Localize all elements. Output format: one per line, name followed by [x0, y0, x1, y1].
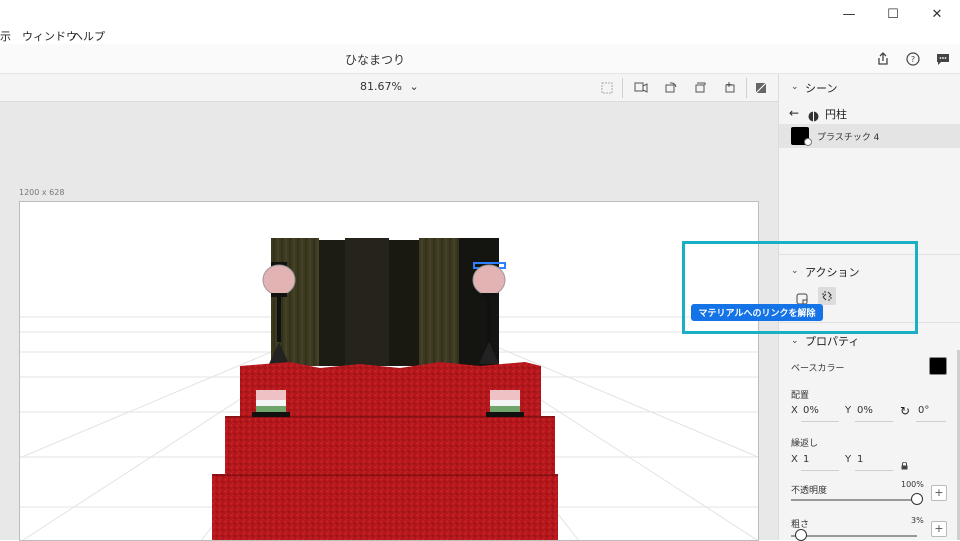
- object-name: 円柱: [825, 108, 847, 121]
- roughness-slider-track[interactable]: [791, 535, 917, 537]
- opacity-value: 100%: [901, 480, 924, 489]
- repeat-x-label: X: [791, 454, 798, 465]
- camera-frame-icon[interactable]: [632, 79, 650, 97]
- help-icon[interactable]: ?: [904, 50, 922, 68]
- window-titlebar: — ☐ ✕: [0, 0, 960, 28]
- unlink-material-tooltip: マテリアルへのリンクを解除: [691, 304, 823, 321]
- pan-icon[interactable]: [692, 79, 710, 97]
- document-title: ひなまつり: [344, 53, 405, 67]
- lock-icon[interactable]: [901, 455, 908, 474]
- opacity-slider-handle[interactable]: [911, 493, 923, 505]
- canvas-area[interactable]: 81.67% ⌄ 1200 x 628: [0, 74, 778, 541]
- placement-x-input[interactable]: 0%: [803, 405, 819, 416]
- zoom-value: 81.67%: [360, 80, 402, 93]
- render-preview-icon[interactable]: [752, 79, 770, 97]
- canvas-toolbar: 81.67% ⌄: [0, 74, 778, 102]
- menu-item-window[interactable]: ウィンドウ: [22, 28, 77, 44]
- placement-x-label: X: [791, 405, 798, 416]
- repeat-label: 繰返し: [791, 439, 819, 449]
- frame-icon[interactable]: [598, 79, 616, 97]
- rotate-icon: ↻: [900, 404, 911, 418]
- link-icon: [804, 138, 812, 146]
- scene-render: [20, 238, 758, 540]
- chevron-down-icon[interactable]: ⌄: [791, 82, 799, 92]
- menu-bar: 示 ウィンドウ ヘルプ: [0, 28, 960, 44]
- chevron-down-icon[interactable]: ⌄: [791, 336, 799, 346]
- repeat-y-input[interactable]: 1: [857, 454, 863, 465]
- scene-section-title: シーン: [805, 82, 838, 95]
- comment-icon[interactable]: [934, 50, 952, 68]
- repeat-x-input[interactable]: 1: [803, 454, 809, 465]
- material-row[interactable]: プラスチック 4: [779, 124, 960, 148]
- chevron-down-icon: ⌄: [409, 80, 419, 93]
- opacity-slider-track[interactable]: [791, 499, 917, 501]
- folding-screen: [271, 238, 499, 366]
- document-bar: ひなまつり ?: [0, 44, 960, 74]
- close-button[interactable]: ✕: [914, 0, 960, 28]
- svg-text:?: ?: [911, 55, 915, 64]
- carpet-tiers: [212, 362, 558, 540]
- share-icon[interactable]: [874, 50, 892, 68]
- placement-y-label: Y: [845, 405, 852, 416]
- roughness-value: 3%: [911, 516, 924, 525]
- menu-item-help[interactable]: ヘルプ: [72, 28, 105, 44]
- artboard[interactable]: [19, 201, 759, 541]
- back-arrow-icon[interactable]: ←: [789, 106, 799, 120]
- placement-label: 配置: [791, 391, 810, 401]
- roughness-slider-handle[interactable]: [795, 529, 807, 541]
- hishimochi-right: [486, 390, 524, 417]
- repeat-y-label: Y: [845, 454, 852, 465]
- orbit-icon[interactable]: [662, 79, 680, 97]
- rotation-input[interactable]: 0°: [918, 405, 929, 416]
- hishimochi-left: [252, 390, 290, 417]
- placement-y-input[interactable]: 0%: [857, 405, 873, 416]
- zoom-dropdown[interactable]: 81.67% ⌄: [360, 80, 419, 93]
- dolly-icon[interactable]: [722, 79, 740, 97]
- properties-section-title: プロパティ: [805, 335, 860, 348]
- artboard-size-label: 1200 x 628: [19, 188, 65, 197]
- minimize-button[interactable]: —: [826, 0, 872, 28]
- maximize-button[interactable]: ☐: [870, 0, 916, 28]
- material-name: プラスチック 4: [817, 133, 880, 143]
- roughness-increase-button[interactable]: +: [931, 521, 947, 537]
- menu-item-view[interactable]: 示: [0, 28, 11, 44]
- base-color-swatch[interactable]: [929, 357, 947, 375]
- opacity-label: 不透明度: [791, 486, 828, 496]
- base-color-label: ベースカラー: [791, 364, 845, 374]
- opacity-increase-button[interactable]: +: [931, 485, 947, 501]
